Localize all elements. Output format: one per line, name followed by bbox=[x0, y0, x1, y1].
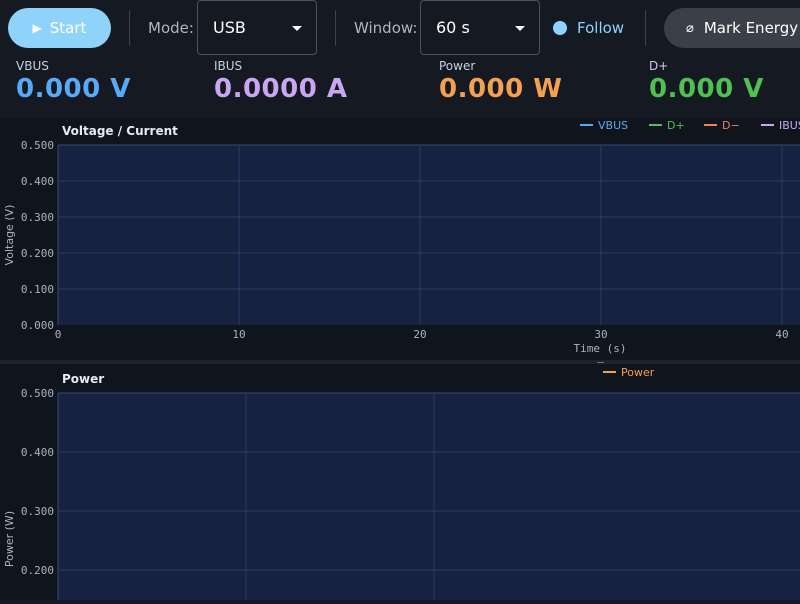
power-chart[interactable]: Power 0.200 0.300 0.400 0.500 Power (W) Power bbox=[0, 364, 800, 600]
legend-label: Power bbox=[621, 366, 655, 379]
voltage-current-panel: Voltage / Current 0 10 20 30 40 0.000 0.100 0.20… bbox=[0, 118, 800, 360]
follow-toggle[interactable] bbox=[553, 21, 567, 35]
y-tick-label: 0.200 bbox=[21, 247, 54, 260]
start-button[interactable]: ▶ Start bbox=[8, 8, 111, 48]
x-tick-label: 30 bbox=[594, 328, 607, 341]
toolbar: ▶ Start Mode: USB Window: 60 s Follow ⌀ … bbox=[0, 0, 800, 56]
readout-label: IBUS bbox=[214, 59, 243, 73]
toolbar-divider bbox=[129, 10, 130, 46]
y-tick-label: 0.300 bbox=[21, 505, 54, 518]
y-tick-label: 0.100 bbox=[21, 283, 54, 296]
y-tick-label: 0.500 bbox=[21, 387, 54, 400]
x-axis-label: Time (s) bbox=[574, 342, 627, 355]
plot-area bbox=[58, 145, 800, 325]
y-tick-label: 0.400 bbox=[21, 175, 54, 188]
y-tick-label: 0.300 bbox=[21, 211, 54, 224]
y-tick-label: 0.400 bbox=[21, 446, 54, 459]
voltage-current-chart[interactable]: Voltage / Current 0 10 20 30 40 0.000 0.100 0.20… bbox=[0, 118, 800, 360]
readout-ibus: IBUS 0.0000 A bbox=[214, 59, 348, 104]
toolbar-divider bbox=[335, 10, 336, 46]
x-tick-label: 10 bbox=[232, 328, 245, 341]
mode-label: Mode: bbox=[148, 19, 194, 37]
y-tick-label: 0.500 bbox=[21, 139, 54, 152]
legend-label: VBUS bbox=[598, 119, 628, 132]
mark-energy-button[interactable]: ⌀ Mark Energy bbox=[664, 8, 800, 48]
window-select-value: 60 s bbox=[436, 18, 470, 37]
readouts-bar: VBUS 0.000 V IBUS 0.0000 A Power 0.000 W… bbox=[0, 56, 800, 118]
chevron-down-icon bbox=[292, 26, 302, 31]
readout-value: 0.0000 A bbox=[214, 74, 348, 104]
x-tick-label: 40 bbox=[775, 328, 788, 341]
chart-title: Power bbox=[62, 372, 104, 386]
chart-title: Voltage / Current bbox=[62, 124, 178, 138]
readout-vbus: VBUS 0.000 V bbox=[16, 59, 131, 104]
chevron-down-icon bbox=[515, 26, 525, 31]
readout-value: 0.000 W bbox=[439, 74, 563, 104]
start-button-label: Start bbox=[49, 19, 87, 37]
readout-power: Power 0.000 W bbox=[439, 59, 562, 104]
power-panel: Power 0.200 0.300 0.400 0.500 Power (W) Power bbox=[0, 364, 800, 600]
window-select[interactable]: 60 s bbox=[420, 0, 540, 55]
x-tick-label: 20 bbox=[413, 328, 426, 341]
mode-select-value: USB bbox=[213, 18, 246, 37]
readout-value: 0.000 V bbox=[649, 74, 764, 104]
readout-label: D+ bbox=[649, 59, 669, 73]
toolbar-divider bbox=[645, 10, 646, 46]
y-tick-label: 0.200 bbox=[21, 564, 54, 577]
follow-label[interactable]: Follow bbox=[577, 19, 624, 37]
readout-value: 0.000 V bbox=[16, 74, 131, 104]
readout-dplus: D+ 0.000 V bbox=[649, 59, 764, 104]
mode-select[interactable]: USB bbox=[197, 0, 317, 55]
y-axis-label: Voltage (V) bbox=[3, 205, 16, 266]
window-label: Window: bbox=[354, 19, 418, 37]
y-axis-label: Power (W) bbox=[3, 511, 16, 567]
legend-label: D− bbox=[722, 119, 740, 132]
resize-grip-icon bbox=[597, 362, 604, 363]
readout-label: Power bbox=[439, 59, 476, 73]
mark-energy-label: Mark Energy bbox=[703, 19, 799, 37]
y-tick-label: 0.000 bbox=[21, 319, 54, 332]
readout-label: VBUS bbox=[16, 59, 49, 73]
legend-label: IBUS bbox=[779, 119, 800, 132]
play-icon: ▶ bbox=[32, 21, 42, 35]
plot-area bbox=[58, 393, 800, 600]
mark-icon: ⌀ bbox=[686, 20, 694, 36]
x-tick-label: 0 bbox=[55, 328, 62, 341]
legend-label: D+ bbox=[667, 119, 685, 132]
